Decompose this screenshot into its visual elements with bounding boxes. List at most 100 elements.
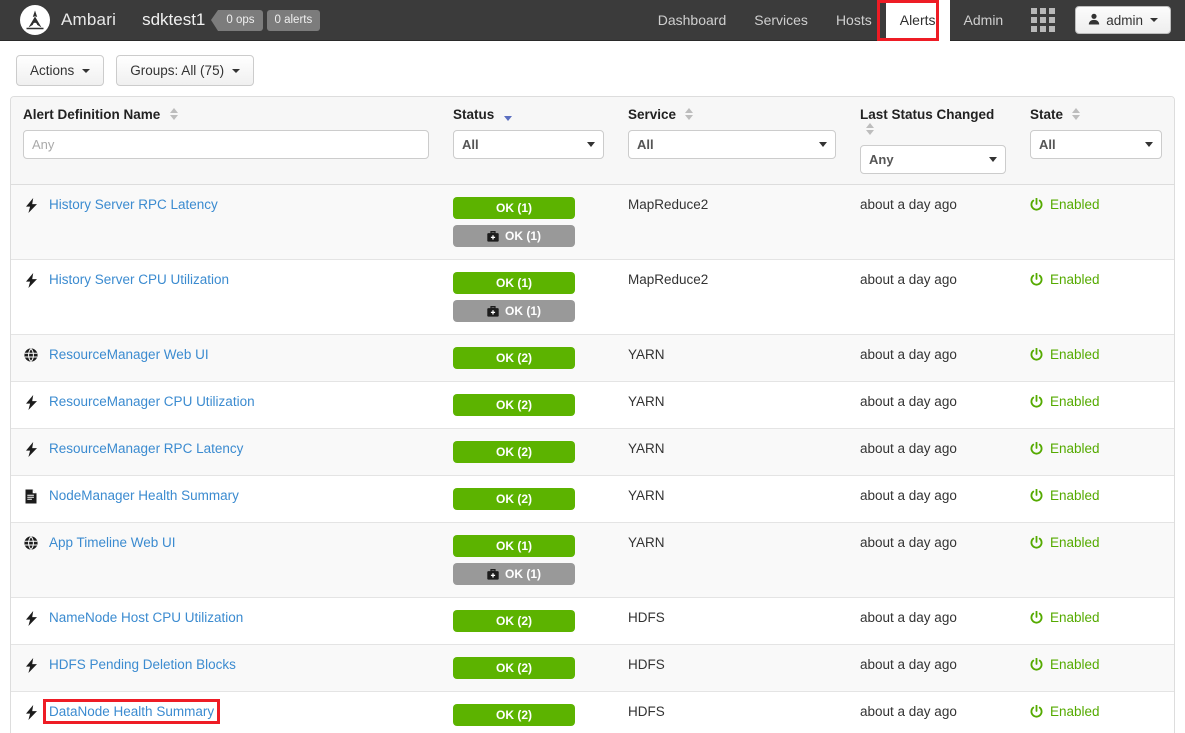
- table-row: NodeManager Health Summary OK (2) YARN abou…: [11, 475, 1174, 523]
- nav-item-alerts[interactable]: Alerts: [885, 0, 950, 41]
- status-badge-maintenance[interactable]: OK (1): [453, 225, 575, 247]
- column-label: Last Status Changed: [860, 107, 995, 122]
- alert-definition-link[interactable]: NodeManager Health Summary: [49, 488, 239, 503]
- state-filter-select[interactable]: All: [1030, 130, 1162, 159]
- alert-definition-link[interactable]: ResourceManager Web UI: [49, 347, 209, 362]
- status-badge-ok[interactable]: OK (1): [453, 272, 575, 294]
- cell-last-status-changed: about a day ago: [848, 381, 1018, 429]
- status-badge-ok[interactable]: OK (2): [453, 347, 575, 369]
- lightning-bolt-icon: [23, 705, 39, 720]
- nav-item-admin[interactable]: Admin: [950, 0, 1018, 41]
- column-header-status[interactable]: Status All: [441, 97, 616, 185]
- state-label: Enabled: [1050, 535, 1100, 550]
- badge-arrow-icon: [211, 9, 219, 31]
- status-badge-ok[interactable]: OK (2): [453, 488, 575, 510]
- state-label: Enabled: [1050, 704, 1100, 719]
- alert-name-highlight-box: DataNode Health Summary: [42, 699, 221, 724]
- sort-icon[interactable]: [685, 108, 694, 120]
- status-filter-select[interactable]: All: [453, 130, 604, 159]
- sort-icon[interactable]: [865, 123, 874, 135]
- service-filter-select[interactable]: All: [628, 130, 836, 159]
- column-header-last-status-changed[interactable]: Last Status Changed Any: [848, 97, 1018, 185]
- filter-cell-last-changed: Any: [848, 145, 1018, 184]
- nav-item-dashboard[interactable]: Dashboard: [644, 0, 741, 41]
- cell-status: OK (2): [441, 597, 616, 645]
- sort-icon[interactable]: [169, 108, 178, 120]
- last-changed-filter-select[interactable]: Any: [860, 145, 1006, 174]
- state-indicator: Enabled: [1030, 704, 1162, 719]
- state-indicator: Enabled: [1030, 394, 1162, 409]
- status-badge-ok[interactable]: OK (2): [453, 610, 575, 632]
- column-header-state[interactable]: State All: [1018, 97, 1174, 185]
- alert-name-holder: History Server CPU Utilization: [49, 272, 229, 287]
- alert-definition-link[interactable]: ResourceManager CPU Utilization: [49, 394, 255, 409]
- cluster-name[interactable]: sdktest1: [142, 10, 205, 30]
- alert-definition-link[interactable]: HDFS Pending Deletion Blocks: [49, 657, 236, 672]
- cell-state: Enabled: [1018, 691, 1174, 733]
- cell-last-status-changed: about a day ago: [848, 475, 1018, 523]
- cell-last-status-changed: about a day ago: [848, 644, 1018, 692]
- power-icon: [1030, 489, 1043, 502]
- brand-title[interactable]: Ambari: [61, 10, 116, 30]
- name-filter-input[interactable]: [23, 130, 429, 159]
- lightning-bolt-icon: [23, 658, 39, 673]
- groups-filter-button[interactable]: Groups: All (75): [116, 55, 255, 86]
- cell-alert-definition-name: History Server CPU Utilization: [11, 259, 441, 335]
- cell-alert-definition-name: App Timeline Web UI: [11, 522, 441, 598]
- alert-definition-link[interactable]: NameNode Host CPU Utilization: [49, 610, 243, 625]
- sort-icon[interactable]: [1072, 108, 1081, 120]
- lightning-bolt-icon: [23, 611, 39, 626]
- alerts-badge[interactable]: 0 alerts: [266, 9, 321, 31]
- status-badge-ok[interactable]: OK (1): [453, 535, 575, 557]
- alert-definition-link[interactable]: History Server RPC Latency: [49, 197, 218, 212]
- status-badge-ok[interactable]: OK (2): [453, 704, 575, 726]
- column-header-service[interactable]: Service All: [616, 97, 848, 185]
- status-badge-group: OK (2): [453, 347, 604, 369]
- cell-status: OK (2): [441, 381, 616, 429]
- user-menu-button[interactable]: admin: [1075, 6, 1171, 34]
- alert-name-wrapper: DataNode Health Summary: [23, 699, 429, 724]
- ops-badge[interactable]: 0 ops: [218, 9, 263, 31]
- alert-definition-link[interactable]: App Timeline Web UI: [49, 535, 176, 550]
- grid-apps-icon[interactable]: [1031, 8, 1056, 32]
- globe-icon: [23, 536, 39, 550]
- status-badge-ok[interactable]: OK (2): [453, 657, 575, 679]
- alert-name-wrapper: ResourceManager CPU Utilization: [23, 394, 429, 410]
- script-document-icon: [23, 489, 39, 504]
- cell-alert-definition-name: NameNode Host CPU Utilization: [11, 597, 441, 645]
- actions-button[interactable]: Actions: [16, 55, 105, 86]
- table-row: DataNode Health Summary OK (2) HDFS about a…: [11, 691, 1174, 733]
- lightning-bolt-icon: [23, 273, 39, 288]
- state-indicator: Enabled: [1030, 535, 1162, 550]
- status-badge-ok[interactable]: OK (2): [453, 441, 575, 463]
- column-label: State: [1030, 107, 1064, 122]
- nav-item-services[interactable]: Services: [740, 0, 822, 41]
- alert-definition-link[interactable]: DataNode Health Summary: [49, 704, 214, 719]
- cell-state: Enabled: [1018, 475, 1174, 523]
- ambari-logo-icon[interactable]: [20, 5, 50, 35]
- power-icon: [1030, 611, 1043, 624]
- status-badge-group: OK (2): [453, 657, 604, 679]
- sort-icon-active[interactable]: [503, 116, 512, 121]
- status-badge-ok[interactable]: OK (2): [453, 394, 575, 416]
- alert-definition-link[interactable]: ResourceManager RPC Latency: [49, 441, 243, 456]
- nav-item-hosts[interactable]: Hosts: [822, 0, 886, 41]
- table-row: History Server CPU Utilization OK (1) OK (…: [11, 259, 1174, 335]
- top-navbar: Ambari sdktest1 0 ops 0 alerts Dashboard…: [0, 0, 1185, 41]
- alert-name-wrapper: HDFS Pending Deletion Blocks: [23, 657, 429, 673]
- cell-service: MapReduce2: [616, 259, 848, 335]
- maintenance-icon: [487, 305, 499, 317]
- alert-name-wrapper: ResourceManager RPC Latency: [23, 441, 429, 457]
- power-icon: [1030, 536, 1043, 549]
- status-badge-ok[interactable]: OK (1): [453, 197, 575, 219]
- user-icon: [1088, 13, 1100, 28]
- cell-status: OK (1) OK (1): [441, 259, 616, 335]
- alert-name-wrapper: History Server CPU Utilization: [23, 272, 429, 288]
- cell-service: YARN: [616, 522, 848, 598]
- status-badge-maintenance[interactable]: OK (1): [453, 300, 575, 322]
- alert-definition-link[interactable]: History Server CPU Utilization: [49, 272, 229, 287]
- power-icon: [1030, 273, 1043, 286]
- status-badge-maintenance[interactable]: OK (1): [453, 563, 575, 585]
- column-header-alert-definition-name[interactable]: Alert Definition Name: [11, 97, 441, 185]
- alerts-table-header-row: Alert Definition Name Status: [11, 97, 1174, 185]
